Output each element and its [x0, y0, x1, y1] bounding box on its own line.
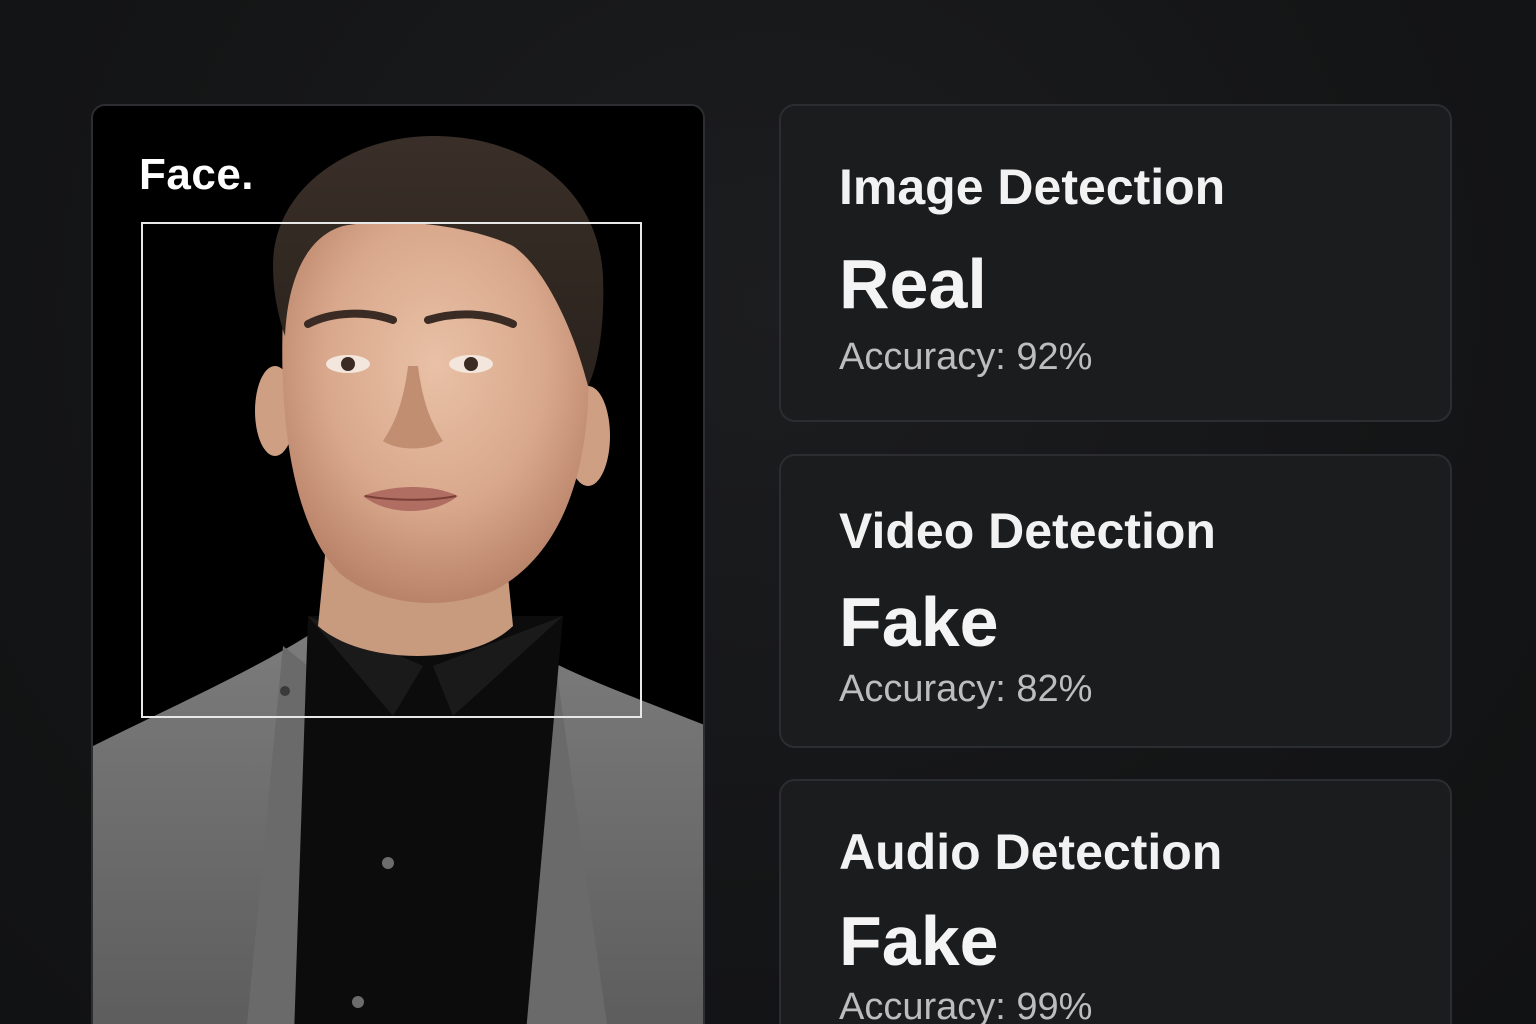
card-title: Image Detection: [839, 159, 1226, 215]
accuracy-text: Accuracy: 92%: [839, 336, 1093, 378]
accuracy-text: Accuracy: 99%: [839, 986, 1093, 1024]
face-detection-box: [141, 222, 642, 718]
audio-detection-card: Audio Detection Fake Accuracy: 99%: [779, 779, 1452, 1024]
photo-panel: Face.: [91, 104, 705, 1024]
card-title: Video Detection: [839, 503, 1216, 559]
verdict-label: Fake: [839, 902, 999, 980]
video-detection-card: Video Detection Fake Accuracy: 82%: [779, 454, 1452, 748]
image-detection-card: Image Detection Real Accuracy: 92%: [779, 104, 1452, 422]
verdict-label: Real: [839, 245, 987, 323]
card-title: Audio Detection: [839, 824, 1223, 880]
detection-dashboard: Face. Image Detection Real Accuracy: 92%…: [0, 0, 1536, 1024]
accuracy-text: Accuracy: 82%: [839, 668, 1093, 710]
verdict-label: Fake: [839, 583, 999, 661]
photo-label: Face.: [139, 150, 255, 199]
